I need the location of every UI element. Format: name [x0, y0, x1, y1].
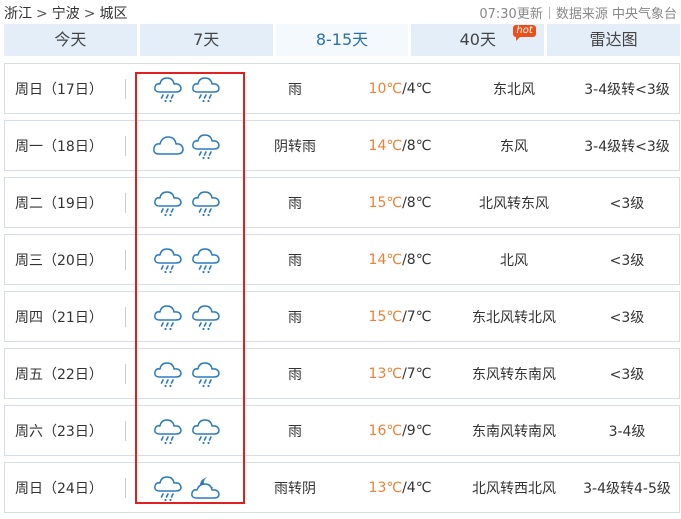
low-temp: /8℃	[402, 194, 432, 211]
tab-label: 40天	[459, 30, 496, 49]
source-label: 数据来源	[555, 7, 608, 22]
breadcrumb-separator: >	[36, 6, 48, 22]
breadcrumb-district: 城区	[99, 6, 128, 22]
tab-label: 今天	[54, 30, 87, 49]
high-temp: 13℃	[368, 479, 403, 496]
weather-desc: 雨	[288, 252, 302, 269]
forecast-date: 周五（22日）	[15, 366, 103, 383]
temperature: 15℃/7℃	[345, 292, 455, 341]
update-time: 07:30更新	[479, 7, 543, 22]
temperature: 13℃/7℃	[345, 349, 455, 398]
weather-desc: 阴转雨	[274, 138, 316, 155]
temperature: 14℃/8℃	[345, 121, 455, 170]
row-divider	[125, 364, 126, 384]
breadcrumb-separator: >	[83, 6, 96, 22]
forecast-row: 周日（24日） 雨转阴 13℃/4℃ 北风转西北风 3-4级转4-5级	[4, 462, 680, 513]
tab-label: 8-15天	[315, 30, 369, 49]
row-divider	[125, 421, 126, 441]
forecast-date: 周日（24日）	[15, 480, 103, 497]
row-divider	[125, 250, 126, 270]
wind-direction: 北风转西北风	[472, 480, 556, 497]
low-temp: /8℃	[402, 251, 432, 268]
low-temp: /4℃	[402, 80, 432, 97]
wind-level: 3-4级转<3级	[584, 138, 670, 155]
forecast-date: 周四（21日）	[15, 309, 103, 326]
wind-level: 3-4级转4-5级	[583, 480, 671, 497]
wind-direction: 东南风转南风	[472, 423, 556, 440]
low-temp: /7℃	[402, 365, 432, 382]
forecast-date: 周六（23日）	[15, 423, 103, 440]
temperature: 10℃/4℃	[345, 64, 455, 113]
meta-divider	[548, 7, 550, 19]
weather-desc: 雨	[288, 195, 302, 212]
wind-direction: 东风	[500, 138, 528, 155]
breadcrumb: 浙江 > 宁波 > 城区	[4, 3, 127, 23]
high-temp: 15℃	[368, 308, 403, 325]
high-temp: 14℃	[368, 137, 403, 154]
weather-desc: 雨	[288, 366, 302, 383]
forecast-row: 周三（20日） 雨 14℃/8℃ 北风 <3级	[4, 234, 680, 285]
row-divider	[125, 307, 126, 327]
tab-radar[interactable]: 雷达图	[547, 24, 680, 56]
wind-level: 3-4级	[608, 423, 646, 440]
wind-direction: 北风转东风	[479, 195, 549, 212]
high-temp: 13℃	[368, 365, 403, 382]
forecast-row: 周四（21日） 雨 15℃/7℃ 东北风转北风 <3级	[4, 291, 680, 342]
source-name: 中央气象台	[611, 7, 677, 22]
temperature: 15℃/8℃	[345, 178, 455, 227]
breadcrumb-province[interactable]: 浙江	[4, 6, 32, 22]
low-temp: /4℃	[402, 479, 432, 496]
forecast-row: 周二（19日） 雨 15℃/8℃ 北风转东风 <3级	[4, 177, 680, 228]
low-temp: /7℃	[402, 308, 432, 325]
high-temp: 14℃	[368, 251, 403, 268]
wind-direction: 北风	[500, 252, 528, 269]
temperature: 13℃/4℃	[345, 463, 455, 512]
row-divider	[125, 478, 126, 498]
wind-level: <3级	[609, 309, 645, 326]
wind-direction: 东北风转北风	[472, 309, 556, 326]
temperature: 16℃/9℃	[345, 406, 455, 455]
tab-7-days[interactable]: 7天	[139, 24, 273, 56]
tab-40-days[interactable]: 40天 hot	[411, 24, 545, 56]
tab-today[interactable]: 今天	[4, 24, 137, 56]
wind-direction: 东风转东南风	[472, 366, 556, 383]
forecast-date: 周二（19日）	[15, 195, 103, 212]
forecast-date: 周日（17日）	[15, 81, 103, 98]
top-bar: 浙江 > 宁波 > 城区 07:30更新 数据来源 中央气象台	[0, 0, 681, 24]
breadcrumb-city[interactable]: 宁波	[52, 6, 80, 22]
weather-desc: 雨	[288, 309, 302, 326]
temperature: 14℃/8℃	[345, 235, 455, 284]
weather-desc: 雨	[288, 423, 302, 440]
forecast-tabs: 今天 7天 8-15天 40天 hot 雷达图	[4, 24, 680, 56]
hot-badge: hot	[513, 25, 536, 41]
wind-direction: 东北风	[493, 81, 535, 98]
high-temp: 10℃	[368, 80, 403, 97]
low-temp: /9℃	[402, 422, 432, 439]
high-temp: 16℃	[368, 422, 403, 439]
forecast-date: 周三（20日）	[15, 252, 103, 269]
tab-8-15-days[interactable]: 8-15天	[275, 24, 409, 56]
row-divider	[125, 79, 126, 99]
forecast-list: 周日（17日）雨 10℃/4℃ 东北风 3-4级转<3级 周一（18日） 阴转雨 14℃/8…	[4, 63, 680, 519]
weather-desc: 雨转阴	[274, 480, 316, 497]
low-temp: /8℃	[402, 137, 432, 154]
row-divider	[125, 193, 126, 213]
forecast-row: 周日（17日） 雨 10℃/4℃ 东北风 3-4级转<3级	[4, 63, 680, 114]
update-meta: 07:30更新 数据来源 中央气象台	[479, 3, 677, 22]
wind-level: <3级	[609, 195, 645, 212]
wind-level: <3级	[609, 366, 645, 383]
tab-label: 雷达图	[589, 30, 638, 49]
forecast-row: 周一（18日） 阴转雨 14℃/8℃ 东风 3-4级转<3级	[4, 120, 680, 171]
forecast-date: 周一（18日）	[15, 138, 103, 155]
tab-label: 7天	[193, 30, 220, 49]
forecast-row: 周五（22日） 雨 13℃/7℃ 东风转东南风 <3级	[4, 348, 680, 399]
weather-desc: 雨	[288, 81, 302, 98]
forecast-row: 周六（23日） 雨 16℃/9℃ 东南风转南风 3-4级	[4, 405, 680, 456]
icon-column-highlight-box	[135, 72, 245, 504]
wind-level: 3-4级转<3级	[584, 81, 670, 98]
wind-level: <3级	[609, 252, 645, 269]
high-temp: 15℃	[368, 194, 403, 211]
row-divider	[125, 136, 126, 156]
